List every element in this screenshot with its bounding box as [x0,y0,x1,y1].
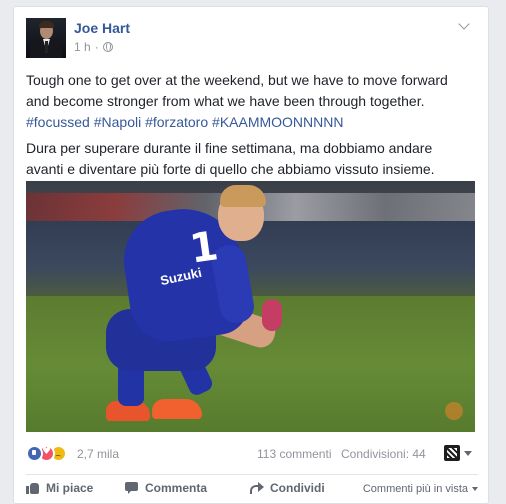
caret-down-icon[interactable] [464,451,472,456]
reaction-count[interactable]: 2,7 mila [77,447,119,461]
hashtag-line: #focussed #Napoli #forzatoro #KAAMMOONNN… [26,112,478,133]
shares-count[interactable]: Condivisioni: 44 [341,447,426,461]
thumbs-up-icon [26,481,40,495]
share-label: Condividi [270,481,325,495]
share-as-avatar[interactable] [444,445,460,461]
hashtag-forzatoro[interactable]: #forzatoro [145,114,208,130]
comments-count[interactable]: 113 commenti [257,447,331,461]
player-figure: 1 Suzuki [86,185,296,432]
caret-down-icon [472,487,478,491]
divider [26,474,478,475]
share-button[interactable]: Condividi [250,481,325,495]
hashtag-napoli[interactable]: #Napoli [94,114,141,130]
post-text-en-line-2: and become stronger from what we have be… [26,93,425,109]
post-meta: 1 h · [74,40,113,54]
hashtag-kaammoonnnnn[interactable]: #KAAMMOONNNNN [212,114,343,130]
globe-icon [102,42,113,52]
post-text-it-line-1: Dura per superare durante il fine settim… [26,140,433,156]
watermark-logo-icon [445,402,463,420]
comment-button[interactable]: Commenta [125,481,207,495]
post-text: Tough one to get over at the weekend, bu… [26,70,478,180]
author-name[interactable]: Joe Hart [74,20,130,36]
post-stats: 2,7 mila 113 commenti Condivisioni: 44 [26,443,478,465]
hashtag-focussed[interactable]: #focussed [26,114,90,130]
post-time[interactable]: 1 h [74,40,91,54]
share-icon [250,481,264,495]
like-label: Mi piace [46,481,94,495]
photo-watermark [445,402,463,420]
post-header: Joe Hart 1 h · [26,18,476,60]
comment-sort-dropdown[interactable]: Commenti più in vista [363,483,478,495]
post-photo[interactable]: 1 Suzuki [26,181,475,432]
comment-label: Commenta [145,481,208,495]
reaction-icons[interactable] [26,445,67,462]
sort-label: Commenti più in vista [362,483,468,495]
comment-icon [125,481,139,495]
chevron-down-icon[interactable] [458,20,472,34]
author-avatar[interactable] [26,18,66,58]
like-button[interactable]: Mi piace [26,481,93,495]
post-text-it-line-2: avanti e diventare più forte di quello c… [26,161,435,177]
action-bar: Mi piace Commenta Condividi Commenti più… [26,481,478,503]
post-text-en-line-1: Tough one to get over at the weekend, bu… [26,72,448,88]
post-card: Joe Hart 1 h · Tough one to get over at … [13,6,489,504]
like-icon [26,445,43,462]
